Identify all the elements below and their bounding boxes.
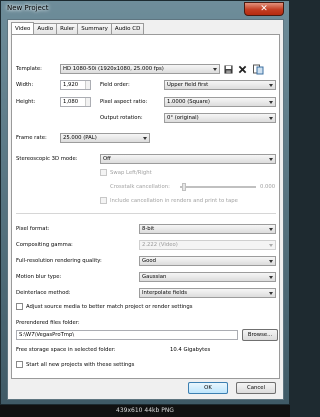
browse-button[interactable]: Browse... <box>242 329 278 341</box>
free-storage-value: 10.4 Gigabytes <box>170 347 211 353</box>
free-storage-label: Free storage space in selected folder: <box>16 347 116 353</box>
frame-rate-dropdown[interactable]: 25.000 (PAL) <box>60 133 150 143</box>
chevron-down-icon <box>269 84 273 87</box>
crosstalk-label: Crosstalk cancellation: <box>110 184 170 190</box>
swap-left-right-label: Swap Left/Right <box>110 170 152 176</box>
motion-blur-label: Motion blur type: <box>16 274 62 280</box>
output-rotation-dropdown[interactable]: 0° (original) <box>164 113 276 123</box>
pixel-aspect-value: 1.0000 (Square) <box>167 99 210 105</box>
chevron-down-icon <box>269 244 273 247</box>
frame-rate-label: Frame rate: <box>16 135 47 141</box>
chevron-down-icon <box>269 228 273 231</box>
include-cancellation-label: Include cancellation in renders and prin… <box>110 198 238 204</box>
height-value: 1,080 <box>63 99 79 105</box>
chevron-down-icon <box>269 158 273 161</box>
include-cancellation-checkbox[interactable] <box>100 197 107 204</box>
delete-icon[interactable] <box>238 65 247 74</box>
prerendered-folder-label: Prerendered files folder: <box>16 320 80 326</box>
chevron-down-icon <box>269 101 273 104</box>
chevron-down-icon <box>269 276 273 279</box>
match-media-icon[interactable] <box>253 64 264 75</box>
chevron-down-icon <box>269 292 273 295</box>
height-input[interactable]: 1,080 <box>60 97 91 107</box>
pixel-aspect-label: Pixel aspect ratio: <box>100 99 148 105</box>
divider <box>16 213 276 214</box>
template-value: HD 1080-50i (1920x1080, 25.000 fps) <box>63 66 164 72</box>
chevron-down-icon <box>269 260 273 263</box>
field-order-dropdown[interactable]: Upper field first <box>164 80 276 90</box>
tab-video[interactable]: Video <box>11 22 35 34</box>
field-order-value: Upper field first <box>167 82 209 88</box>
frame-rate-value: 25.000 (PAL) <box>63 135 97 141</box>
stereo-dropdown[interactable]: Off <box>100 154 276 164</box>
crosstalk-slider-thumb[interactable] <box>182 183 186 191</box>
pixel-format-value: 8-bit <box>142 226 155 232</box>
width-label: Width: <box>16 82 34 88</box>
template-label: Template: <box>16 66 42 72</box>
motion-blur-value: Gaussian <box>142 274 167 280</box>
pixel-aspect-dropdown[interactable]: 1.0000 (Square) <box>164 97 276 107</box>
tab-strip: Video Audio Ruler Summary Audio CD <box>11 22 145 34</box>
tab-audio-cd[interactable]: Audio CD <box>110 23 145 34</box>
save-icon[interactable] <box>224 65 233 74</box>
start-all-checkbox[interactable] <box>16 361 23 368</box>
field-order-label: Field order: <box>100 82 130 88</box>
spinner-icon[interactable] <box>85 81 90 89</box>
cancel-button[interactable]: Cancel <box>236 382 276 394</box>
output-rotation-label: Output rotation: <box>100 115 143 121</box>
stereo-value: Off <box>103 156 111 162</box>
pixel-format-dropdown[interactable]: 8-bit <box>139 224 276 234</box>
prerendered-folder-value: S:\W7\VegasProTmp\ <box>19 332 75 338</box>
crosstalk-value: 0.000 <box>260 184 276 190</box>
spinner-icon[interactable] <box>85 98 90 106</box>
start-all-label: Start all new projects with these settin… <box>26 362 135 368</box>
chevron-down-icon <box>143 137 147 140</box>
deinterlace-label: Deinterlace method: <box>16 290 71 296</box>
title-bar[interactable]: New Project ✕ <box>1 1 289 18</box>
width-input[interactable]: 1,920 <box>60 80 91 90</box>
close-button[interactable]: ✕ <box>244 2 284 16</box>
image-caption: 439x610 44kb PNG <box>0 405 290 417</box>
compositing-gamma-label: Compositing gamma: <box>16 242 73 248</box>
motion-blur-dropdown[interactable]: Gaussian <box>139 272 276 282</box>
pixel-format-label: Pixel format: <box>16 226 50 232</box>
template-dropdown[interactable]: HD 1080-50i (1920x1080, 25.000 fps) <box>60 64 220 74</box>
deinterlace-dropdown[interactable]: Interpolate fields <box>139 288 276 298</box>
full-res-quality-value: Good <box>142 258 156 264</box>
compositing-gamma-value: 2.222 (Video) <box>142 242 178 248</box>
full-res-quality-dropdown[interactable]: Good <box>139 256 276 266</box>
tab-audio[interactable]: Audio <box>33 23 58 34</box>
full-res-quality-label: Full-resolution rendering quality: <box>16 258 102 264</box>
swap-left-right-checkbox[interactable] <box>100 169 107 176</box>
width-value: 1,920 <box>63 82 79 88</box>
chevron-down-icon <box>213 68 217 71</box>
tab-summary[interactable]: Summary <box>77 23 112 34</box>
video-tab-panel: Template: HD 1080-50i (1920x1080, 25.000… <box>11 34 280 379</box>
compositing-gamma-dropdown[interactable]: 2.222 (Video) <box>139 240 276 250</box>
height-label: Height: <box>16 99 36 105</box>
window-title: New Project <box>7 4 49 12</box>
tab-ruler[interactable]: Ruler <box>56 23 79 34</box>
prerendered-folder-input[interactable]: S:\W7\VegasProTmp\ <box>16 330 238 340</box>
chevron-down-icon <box>269 117 273 120</box>
crosstalk-slider[interactable] <box>180 186 256 188</box>
new-project-window: New Project ✕ Video Audio Ruler Summary … <box>0 0 290 405</box>
stereo-label: Stereoscopic 3D mode: <box>16 156 78 162</box>
dialog-body: Video Audio Ruler Summary Audio CD Templ… <box>7 19 284 400</box>
deinterlace-value: Interpolate fields <box>142 290 187 296</box>
adjust-source-label: Adjust source media to better match proj… <box>26 304 193 310</box>
adjust-source-checkbox[interactable] <box>16 303 23 310</box>
output-rotation-value: 0° (original) <box>167 115 199 121</box>
ok-button[interactable]: OK <box>188 382 228 394</box>
